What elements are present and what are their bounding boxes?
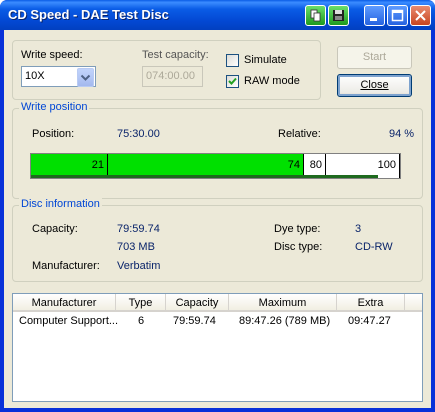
column-header-filler (405, 294, 422, 312)
minimize-icon[interactable] (364, 5, 385, 26)
capacity-label: Capacity: (32, 223, 78, 235)
close-icon[interactable] (410, 5, 431, 26)
disc-info-legend: Disc information (19, 198, 102, 210)
write-speed-select[interactable]: 10X (21, 66, 96, 87)
start-button[interactable]: Start (337, 46, 412, 69)
client-area: Write speed: 10X Test capacity: 074:00.0… (4, 30, 431, 408)
disc-info-group: Disc information Capacity: 79:59.74 703 … (12, 198, 423, 282)
bar-segment-label: 80 (309, 159, 322, 171)
dye-type-label: Dye type: (274, 223, 321, 235)
column-header-capacity[interactable]: Capacity (166, 294, 229, 312)
write-position-bar: 21 74 80 100 (30, 153, 401, 179)
cell-maximum: 89:47.26 (789 MB) (239, 315, 331, 327)
title-bar[interactable]: CD Speed - DAE Test Disc (0, 0, 435, 30)
capacity-size: 703 MB (117, 241, 155, 253)
write-speed-value: 10X (25, 70, 45, 82)
window-title: CD Speed - DAE Test Disc (8, 7, 169, 22)
chevron-down-icon[interactable] (77, 68, 94, 87)
settings-group: Write speed: 10X Test capacity: 074:00.0… (12, 40, 321, 100)
simulate-checkbox[interactable] (226, 54, 239, 67)
bar-segment-label: 100 (377, 159, 396, 171)
checkmark-icon (228, 77, 237, 85)
write-position-legend: Write position (19, 101, 90, 113)
bar-segment-label: 21 (91, 159, 104, 171)
disc-type-label: Disc type: (274, 241, 323, 253)
manufacturer-label: Manufacturer: (32, 260, 100, 272)
maximize-icon[interactable] (387, 5, 408, 26)
capacity-time: 79:59.74 (117, 223, 160, 235)
progress-strip (31, 175, 378, 178)
write-speed-label: Write speed: (21, 49, 83, 61)
cell-manufacturer: Computer Support... (19, 315, 119, 327)
relative-value: 94 % (389, 128, 415, 140)
disc-type-value: CD-RW (355, 241, 393, 253)
test-capacity-label: Test capacity: (142, 49, 209, 61)
column-header-extra[interactable]: Extra (337, 294, 405, 312)
table-row[interactable]: Computer Support... 6 79:59.74 89:47.26 … (13, 313, 422, 329)
app-window: CD Speed - DAE Test Disc Write speed: 10… (0, 0, 435, 412)
simulate-label: Simulate (244, 54, 287, 66)
write-position-group: Write position Position: 75:30.00 Relati… (12, 101, 423, 199)
cell-capacity: 79:59.74 (173, 315, 216, 327)
bar-segment-label: 74 (287, 159, 300, 171)
position-label: Position: (32, 128, 75, 140)
raw-mode-checkbox[interactable] (226, 75, 239, 88)
raw-mode-label: RAW mode (244, 75, 300, 87)
results-table[interactable]: Manufacturer Type Capacity Maximum Extra… (12, 293, 423, 402)
copy-icon[interactable] (305, 5, 326, 26)
column-header-maximum[interactable]: Maximum (229, 294, 337, 312)
cell-extra: 09:47.27 (348, 315, 391, 327)
column-header-type[interactable]: Type (116, 294, 166, 312)
save-icon[interactable] (328, 5, 349, 26)
relative-label: Relative: (278, 128, 321, 140)
column-header-manufacturer[interactable]: Manufacturer (13, 294, 116, 312)
position-value: 75:30.00 (117, 128, 160, 140)
manufacturer-value: Verbatim (117, 260, 161, 272)
close-button[interactable]: Close (337, 74, 412, 97)
test-capacity-value: 074:00.00 (146, 70, 195, 82)
dye-type-value: 3 (355, 223, 362, 235)
test-capacity-field[interactable]: 074:00.00 (142, 66, 203, 87)
cell-type: 6 (138, 315, 145, 327)
